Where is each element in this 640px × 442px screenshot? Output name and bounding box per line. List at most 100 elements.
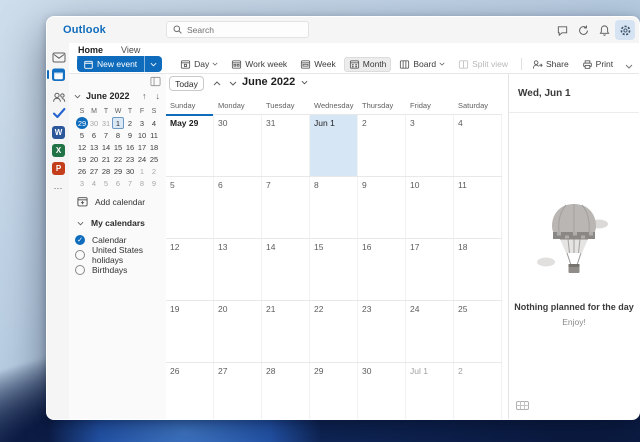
mini-calendar-prev-icon[interactable]: ↑ [140,91,149,101]
mini-calendar-day[interactable]: 22 [112,153,124,165]
mini-calendar-day[interactable]: 2 [124,117,136,129]
month-day-cell[interactable]: 22 [310,301,358,362]
month-day-cell[interactable]: Jul 1 [406,363,454,419]
mini-calendar-day[interactable]: 28 [100,165,112,177]
mini-calendar-day[interactable]: 15 [112,141,124,153]
month-day-cell[interactable]: 21 [262,301,310,362]
mini-calendar-day[interactable]: 2 [148,165,160,177]
search-input[interactable]: Search [166,21,309,38]
month-day-cell[interactable]: 30 [358,363,406,419]
month-day-cell[interactable]: 3 [406,115,454,176]
mini-calendar-day[interactable]: 18 [148,141,160,153]
notifications-icon[interactable] [594,20,614,40]
month-day-cell[interactable]: 18 [454,239,502,300]
mini-calendar-day[interactable]: 27 [88,165,100,177]
month-day-cell[interactable]: 2 [454,363,502,419]
month-day-cell[interactable]: 28 [262,363,310,419]
month-day-cell[interactable]: 2 [358,115,406,176]
mini-calendar-day[interactable]: 4 [88,177,100,189]
month-day-cell[interactable]: 11 [454,177,502,238]
period-selector[interactable]: June 2022 [242,76,308,88]
mini-calendar-day[interactable]: 13 [88,141,100,153]
mini-calendar-day[interactable]: 17 [136,141,148,153]
mini-calendar-day[interactable]: 7 [100,129,112,141]
rail-more-apps-icon[interactable]: ⋯ [51,181,66,196]
view-week-button[interactable]: Week [295,57,341,72]
today-button[interactable]: Today [169,76,204,91]
settings-gear-icon[interactable] [615,20,635,40]
month-day-cell[interactable]: 13 [214,239,262,300]
month-day-cell[interactable]: 30 [214,115,262,176]
month-day-cell[interactable]: 12 [166,239,214,300]
month-day-cell[interactable]: 25 [454,301,502,362]
month-day-cell[interactable]: May 29 [166,114,214,176]
month-day-cell[interactable]: 31 [262,115,310,176]
month-day-cell[interactable]: 10 [406,177,454,238]
mini-calendar-day[interactable]: 8 [112,129,124,141]
month-day-cell[interactable]: 19 [166,301,214,362]
mini-calendar-day[interactable]: 21 [100,153,112,165]
mini-calendar-day[interactable]: 20 [88,153,100,165]
add-calendar-button[interactable]: Add calendar [77,196,145,207]
month-day-cell[interactable]: 23 [358,301,406,362]
mini-calendar-day[interactable]: 30 [88,117,100,129]
mini-calendar-day[interactable]: 10 [136,129,148,141]
new-event-button[interactable]: New event [77,56,163,72]
rail-people-icon[interactable] [51,89,66,104]
mini-calendar-day[interactable]: 14 [100,141,112,153]
month-day-cell[interactable]: 26 [166,363,214,419]
month-day-cell[interactable]: 24 [406,301,454,362]
mini-calendar-day[interactable]: 1 [112,117,124,129]
month-day-cell[interactable]: 27 [214,363,262,419]
print-button[interactable]: Print [577,57,618,72]
mini-calendar-day[interactable]: 4 [148,117,160,129]
mini-calendar-day[interactable]: 9 [148,177,160,189]
month-day-cell[interactable]: 4 [454,115,502,176]
view-day-button[interactable]: Day [175,57,223,72]
mini-calendar-day[interactable]: 26 [76,165,88,177]
mini-calendar-day[interactable]: 29 [112,165,124,177]
month-day-cell[interactable]: 15 [310,239,358,300]
my-calendars-toggle[interactable]: My calendars [77,218,145,228]
mini-calendar-title[interactable]: June 2022 [86,91,135,101]
rail-powerpoint-icon[interactable]: P [51,161,66,176]
mini-calendar-day[interactable]: 5 [100,177,112,189]
feedback-icon[interactable] [552,20,572,40]
mini-calendar-day[interactable]: 6 [112,177,124,189]
month-day-cell[interactable]: 9 [358,177,406,238]
mini-calendar-day[interactable]: 8 [136,177,148,189]
mini-calendar-day[interactable]: 24 [136,153,148,165]
mini-calendar-day[interactable]: 5 [76,129,88,141]
mini-calendar-next-icon[interactable]: ↓ [154,91,163,101]
rail-todo-icon[interactable] [51,105,66,120]
collapse-pane-icon[interactable] [150,76,161,87]
month-day-cell[interactable]: 29 [310,363,358,419]
month-day-cell[interactable]: 14 [262,239,310,300]
previous-month-icon[interactable] [213,81,221,86]
calendar-checkbox[interactable] [75,264,85,275]
calendar-checkbox[interactable]: ✓ [75,234,85,245]
mini-calendar-day[interactable]: 9 [124,129,136,141]
month-day-cell[interactable]: Jun 1 [310,115,358,176]
rail-word-icon[interactable]: W [51,125,66,140]
next-month-icon[interactable] [229,81,237,86]
calendar-list-item[interactable]: United States holidays [75,245,166,265]
month-day-cell[interactable]: 5 [166,177,214,238]
mini-calendar-day[interactable]: 31 [100,117,112,129]
month-day-cell[interactable]: 8 [310,177,358,238]
mini-calendar-day[interactable]: 25 [148,153,160,165]
calendar-checkbox[interactable] [75,249,85,260]
mini-calendar-day[interactable]: 29 [76,117,88,129]
sync-icon[interactable] [573,20,593,40]
view-month-button[interactable]: Month [343,56,392,72]
mini-calendar-day[interactable]: 7 [124,177,136,189]
new-event-dropdown[interactable] [144,56,162,72]
mini-calendar-day[interactable]: 3 [76,177,88,189]
month-day-cell[interactable]: 17 [406,239,454,300]
month-day-cell[interactable]: 16 [358,239,406,300]
mini-calendar-day[interactable]: 6 [88,129,100,141]
month-day-cell[interactable]: 20 [214,301,262,362]
month-day-cell[interactable]: 6 [214,177,262,238]
mini-calendar-day[interactable]: 16 [124,141,136,153]
view-work-week-button[interactable]: Work week [226,57,292,72]
